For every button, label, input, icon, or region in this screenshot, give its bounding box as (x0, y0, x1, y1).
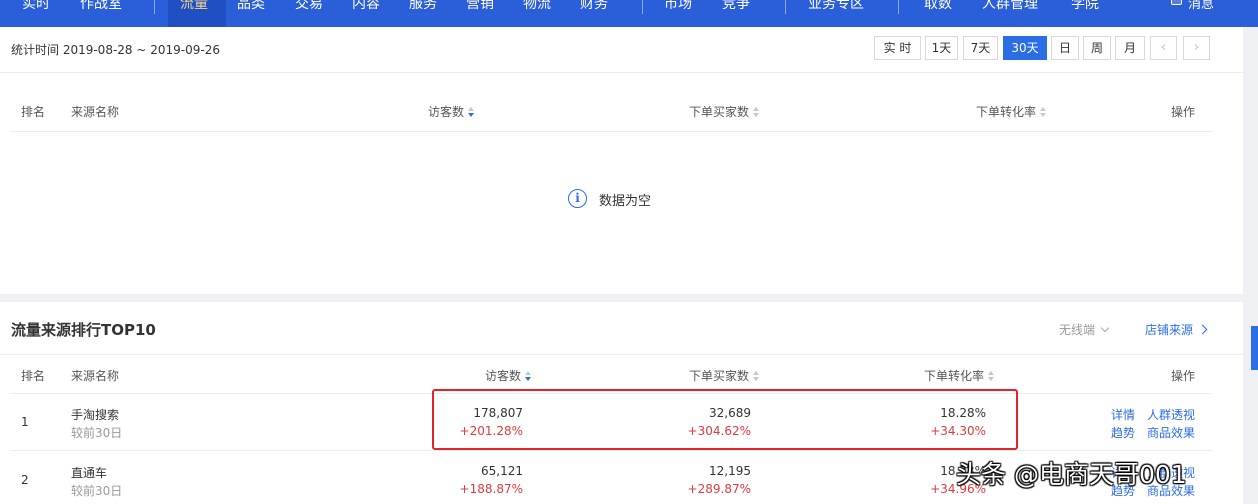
nav-separator (154, 0, 155, 14)
row-source-name: 手淘搜索 (71, 408, 120, 422)
stat-time-range: 统计时间 2019-08-28 ~ 2019-09-26 (11, 43, 220, 57)
chevron-right-icon: › (1193, 40, 1200, 55)
watermark-text: 头条 @电商天哥001 (956, 460, 1187, 489)
nav-item-war-room[interactable]: 作战室 (80, 0, 122, 13)
row-buyers-delta: +289.87% (687, 482, 751, 496)
column-visitors[interactable]: 访客数 (485, 367, 532, 384)
column-rank: 排名 (21, 369, 46, 383)
chevron-right-icon (1197, 324, 1208, 335)
nav-item-marketing[interactable]: 营销 (466, 0, 494, 13)
traffic-source-panel: 统计时间 2019-08-28 ~ 2019-09-26 实 时 1天 7天 3… (0, 27, 1243, 294)
column-source-name: 来源名称 (71, 369, 120, 383)
nav-item-data-fetch[interactable]: 取数 (924, 0, 952, 13)
column-visitors[interactable]: 访客数 (428, 103, 475, 120)
sort-desc-icon[interactable] (468, 107, 475, 118)
period-button-day[interactable]: 日 (1051, 36, 1079, 60)
column-conversion-rate-label: 下单转化率 (976, 105, 1037, 119)
sort-desc-icon[interactable] (525, 371, 532, 382)
panel-title: 流量来源排行TOP10 (11, 321, 156, 339)
column-buyers-label: 下单买家数 (689, 105, 750, 119)
trend-link[interactable]: 趋势 (1111, 424, 1135, 441)
period-button-realtime[interactable]: 实 时 (874, 36, 921, 60)
nav-item-business-zone[interactable]: 业务专区 (808, 0, 864, 13)
period-button-7day[interactable]: 7天 (963, 36, 998, 60)
product-effect-link[interactable]: 商品效果 (1147, 424, 1195, 441)
nav-item-crowd-management[interactable]: 人群管理 (982, 0, 1038, 13)
column-visitors-label: 访客数 (485, 369, 522, 383)
column-buyers[interactable]: 下单买家数 (689, 367, 760, 384)
device-dropdown[interactable]: 无线端 (1059, 321, 1110, 338)
date-toolbar: 统计时间 2019-08-28 ~ 2019-09-26 实 时 1天 7天 3… (0, 27, 1243, 73)
column-rank: 排名 (21, 105, 46, 119)
column-conversion-rate[interactable]: 下单转化率 (924, 367, 995, 384)
row-rank: 2 (21, 473, 29, 487)
period-button-week[interactable]: 周 (1083, 36, 1111, 60)
nav-item-competition[interactable]: 竞争 (722, 0, 750, 13)
prev-period-button[interactable]: ‹ (1150, 36, 1177, 60)
nav-item-traffic[interactable]: 流量 (180, 0, 208, 13)
period-button-month[interactable]: 月 (1115, 36, 1145, 60)
nav-separator (642, 0, 643, 14)
next-period-button[interactable]: › (1183, 36, 1210, 60)
nav-separator (785, 0, 786, 14)
row-compare-label: 较前30日 (71, 484, 123, 498)
info-icon: i (568, 189, 587, 208)
period-button-30day[interactable]: 30天 (1003, 36, 1047, 60)
nav-item-content[interactable]: 内容 (352, 0, 380, 13)
detail-link[interactable]: 详情 (1111, 406, 1135, 423)
nav-separator (898, 0, 899, 14)
row-compare-label: 较前30日 (71, 426, 123, 440)
top-nav: 实时 作战室 流量 品类 交易 内容 服务 营销 物流 财务 市场 竞争 业务专… (0, 0, 1258, 27)
nav-item-transaction[interactable]: 交易 (295, 0, 323, 13)
row-buyers: 12,195 (709, 464, 751, 478)
chevron-left-icon: ‹ (1160, 40, 1167, 55)
column-visitors-label: 访客数 (428, 105, 465, 119)
row-visitors: 65,121 (481, 464, 523, 478)
nav-item-market[interactable]: 市场 (664, 0, 692, 13)
device-dropdown-label: 无线端 (1059, 323, 1096, 337)
row-visitors-delta: +188.87% (459, 482, 523, 496)
sort-icon[interactable] (988, 371, 995, 382)
table-header: 排名 来源名称 访客数 下单买家数 下单转化率 操作 (10, 90, 1212, 132)
column-buyers-label: 下单买家数 (689, 369, 750, 383)
nav-item-realtime[interactable]: 实时 (22, 0, 50, 13)
crowd-insight-link[interactable]: 人群透视 (1147, 406, 1195, 423)
shop-source-link[interactable]: 店铺来源 (1145, 321, 1208, 338)
nav-item-category[interactable]: 品类 (237, 0, 265, 13)
nav-item-logistics[interactable]: 物流 (523, 0, 551, 13)
period-button-1day[interactable]: 1天 (925, 36, 958, 60)
nav-item-academy[interactable]: 学院 (1071, 0, 1099, 13)
scrollbar-thumb[interactable] (1251, 326, 1258, 370)
message-checkbox-icon[interactable] (1171, 0, 1182, 5)
column-conversion-rate[interactable]: 下单转化率 (976, 103, 1047, 120)
empty-state-text: 数据为空 (599, 194, 652, 209)
column-actions: 操作 (1171, 369, 1196, 383)
column-source-name: 来源名称 (71, 105, 120, 119)
highlight-annotation-box (432, 389, 1018, 450)
nav-item-finance[interactable]: 财务 (580, 0, 608, 13)
chevron-down-icon (1100, 323, 1110, 333)
column-actions: 操作 (1171, 105, 1196, 119)
sort-icon[interactable] (753, 107, 760, 118)
nav-item-message[interactable]: 消息 (1188, 0, 1214, 12)
column-buyers[interactable]: 下单买家数 (689, 103, 760, 120)
row-source-name: 直通车 (71, 466, 108, 480)
sort-icon[interactable] (753, 371, 760, 382)
column-conversion-rate-label: 下单转化率 (924, 369, 985, 383)
shop-source-label: 店铺来源 (1145, 323, 1194, 337)
sort-icon[interactable] (1040, 107, 1047, 118)
row-rank: 1 (21, 415, 29, 429)
nav-item-service[interactable]: 服务 (409, 0, 437, 13)
